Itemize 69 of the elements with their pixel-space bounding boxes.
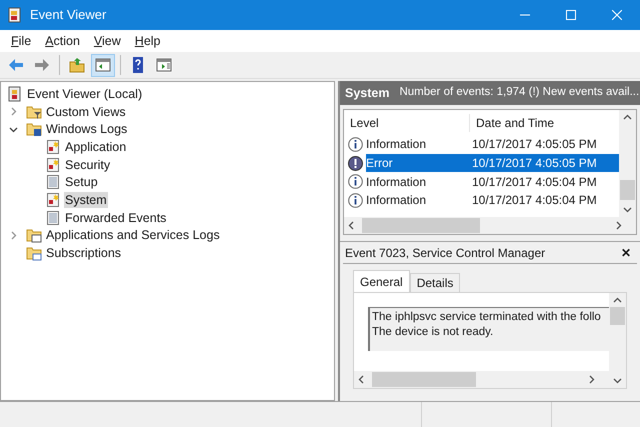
event-log-icon bbox=[7, 86, 23, 102]
scroll-thumb[interactable] bbox=[362, 218, 480, 233]
pane-icon bbox=[94, 56, 112, 74]
pane-icon bbox=[155, 56, 173, 74]
log-summary: Number of events: 1,974 (!) New events avail... bbox=[399, 85, 640, 100]
tree-item[interactable]: Setup bbox=[64, 174, 99, 190]
tab[interactable]: General bbox=[353, 270, 410, 292]
event-title: Event 7023, Service Control Manager bbox=[345, 244, 546, 262]
filter-folder-icon bbox=[26, 104, 42, 120]
tree-item[interactable]: Forwarded Events bbox=[64, 210, 168, 226]
tab[interactable]: Details bbox=[410, 273, 460, 292]
tree-item[interactable]: Application bbox=[64, 138, 128, 155]
window-title: Event Viewer bbox=[30, 6, 106, 24]
expand-chevron-icon[interactable] bbox=[9, 230, 18, 240]
maximize-icon bbox=[566, 10, 576, 20]
scroll-down-icon[interactable] bbox=[613, 378, 622, 384]
log-icon bbox=[45, 156, 61, 173]
log-icon bbox=[45, 174, 61, 190]
horizontal-scrollbar[interactable] bbox=[354, 371, 609, 388]
folder-up-icon bbox=[68, 56, 86, 74]
app-icon bbox=[8, 7, 22, 23]
folder-icon bbox=[26, 121, 42, 138]
folder-icon bbox=[26, 245, 42, 262]
info-icon bbox=[348, 174, 362, 190]
vertical-scrollbar[interactable] bbox=[609, 293, 626, 388]
info-icon bbox=[348, 192, 362, 208]
tree-item[interactable]: Security bbox=[64, 156, 112, 173]
forward-arrow-icon bbox=[33, 56, 51, 74]
event-row[interactable]: Information 10/17/2017 4:05:05 PM bbox=[366, 135, 619, 154]
event-row[interactable]: Information 10/17/2017 4:05:04 PM bbox=[366, 191, 619, 210]
scroll-thumb[interactable] bbox=[610, 307, 625, 325]
close-button[interactable]: ✕ bbox=[617, 244, 635, 262]
error-icon bbox=[348, 156, 362, 171]
scroll-right-icon[interactable] bbox=[616, 221, 622, 230]
folder-icon bbox=[26, 227, 42, 244]
console-tree-button[interactable] bbox=[91, 54, 115, 76]
scroll-thumb[interactable] bbox=[620, 180, 635, 200]
menu-item[interactable]: File bbox=[4, 32, 38, 50]
column-header[interactable]: Date and Time bbox=[470, 114, 554, 132]
menu-item[interactable]: Action bbox=[38, 32, 87, 50]
column-header[interactable]: Level bbox=[344, 114, 470, 132]
collapse-chevron-icon[interactable] bbox=[9, 124, 18, 134]
tree-item[interactable]: Applications and Services Logs bbox=[45, 227, 221, 244]
expand-chevron-icon[interactable] bbox=[9, 107, 18, 116]
log-name: System bbox=[345, 84, 390, 102]
tree-item[interactable]: Subscriptions bbox=[45, 245, 122, 262]
scroll-right-icon[interactable] bbox=[589, 375, 595, 384]
tree-item[interactable]: System bbox=[64, 192, 108, 208]
log-icon bbox=[45, 192, 61, 208]
scroll-up-icon[interactable] bbox=[623, 114, 632, 120]
event-row[interactable]: Error 10/17/2017 4:05:05 PM bbox=[366, 154, 619, 172]
log-icon bbox=[45, 210, 61, 226]
log-icon bbox=[45, 138, 61, 155]
tree-item[interactable]: Custom Views bbox=[45, 104, 127, 120]
horizontal-scrollbar[interactable] bbox=[344, 217, 636, 234]
scroll-left-icon[interactable] bbox=[348, 221, 354, 230]
scroll-down-icon[interactable] bbox=[623, 207, 632, 213]
info-icon bbox=[348, 136, 362, 152]
menu-item[interactable]: View bbox=[86, 32, 128, 50]
tree-item[interactable]: Windows Logs bbox=[45, 121, 128, 138]
event-row[interactable]: Information 10/17/2017 4:05:04 PM bbox=[366, 172, 619, 192]
scroll-left-icon[interactable] bbox=[358, 375, 364, 384]
close-icon bbox=[612, 10, 622, 20]
tree-item[interactable]: Event Viewer (Local) bbox=[26, 86, 144, 102]
event-message: The iphlpsvc service terminated with the follo The device is not ready. bbox=[368, 307, 609, 351]
scroll-thumb[interactable] bbox=[372, 372, 476, 387]
vertical-scrollbar[interactable] bbox=[619, 110, 636, 217]
menu-item[interactable]: Help bbox=[128, 32, 168, 50]
scroll-up-icon[interactable] bbox=[613, 297, 622, 303]
